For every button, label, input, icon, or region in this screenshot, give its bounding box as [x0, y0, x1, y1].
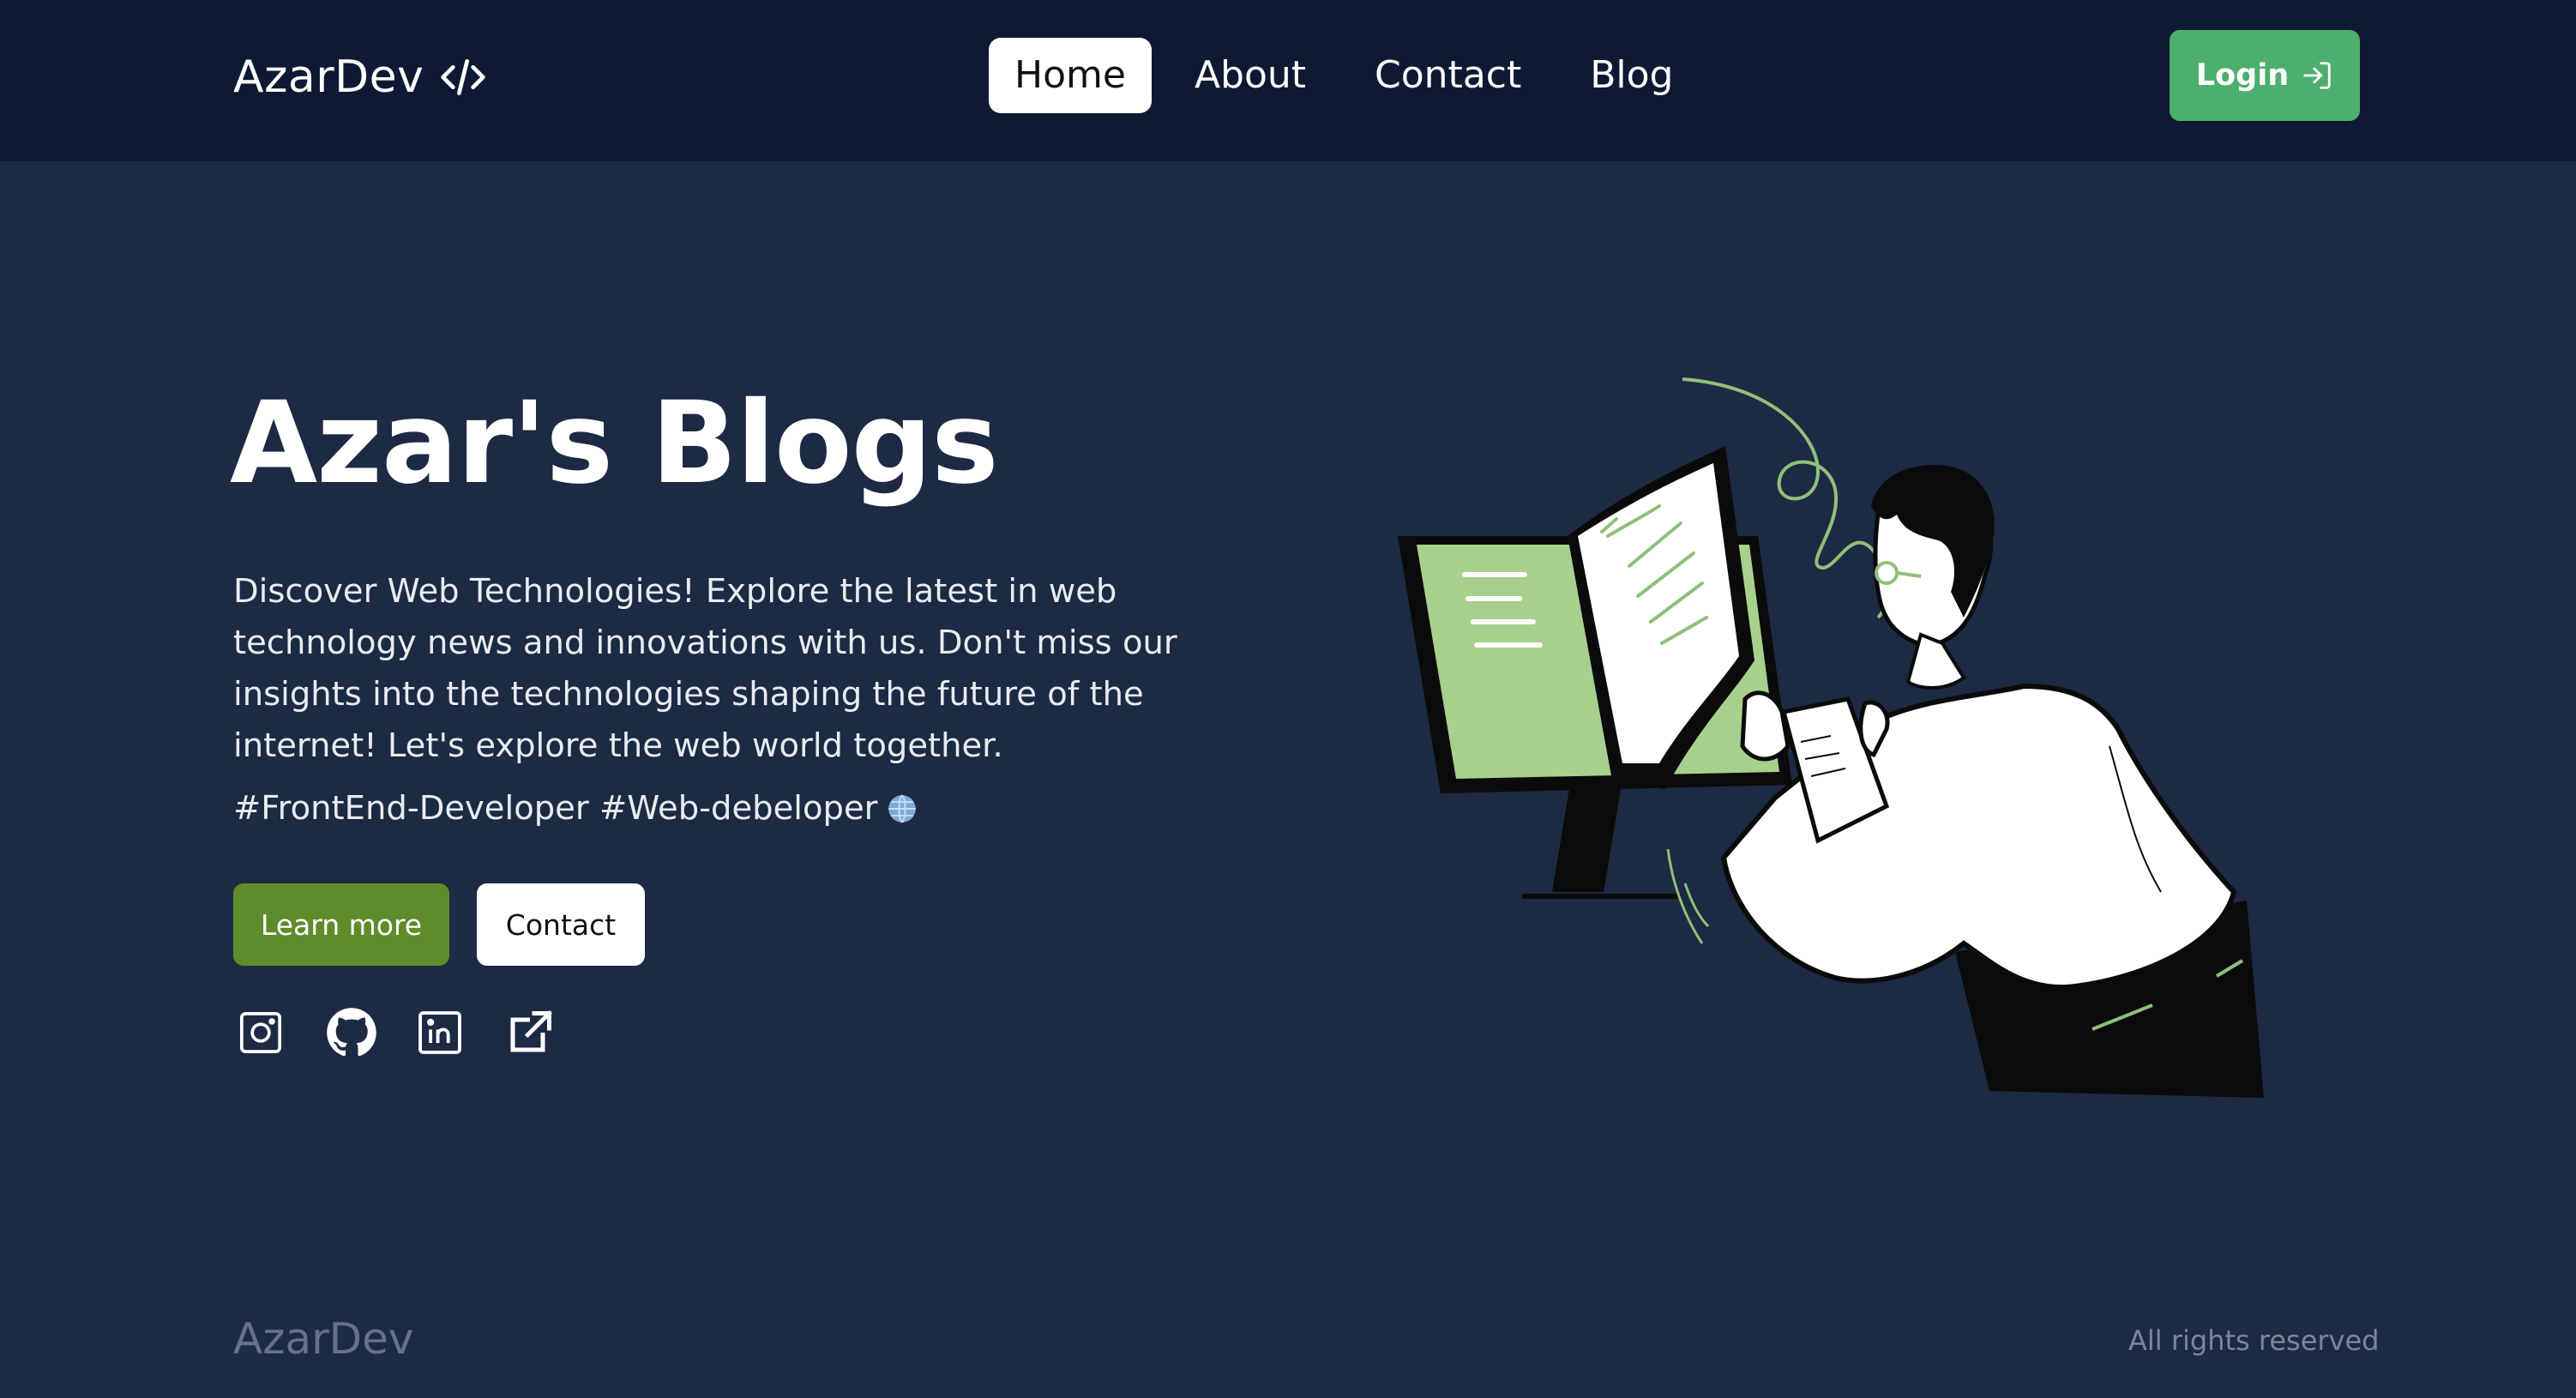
- nav-contact[interactable]: Contact: [1349, 38, 1547, 113]
- login-icon: [2303, 62, 2331, 89]
- hashtags-text: #FrontEnd-Developer #Web-debeloper: [233, 789, 878, 828]
- footer-rights: All rights reserved: [2128, 1324, 2380, 1357]
- login-button[interactable]: Login: [2170, 30, 2360, 121]
- nav-home[interactable]: Home: [989, 38, 1152, 113]
- contact-button[interactable]: Contact: [477, 883, 645, 966]
- instagram-icon: [239, 1011, 282, 1054]
- navbar: AzarDev Home About Contact Blog Login: [0, 0, 2576, 161]
- hero-actions: Learn more Contact: [233, 883, 645, 966]
- footer-brand[interactable]: AzarDev: [233, 1314, 414, 1364]
- code-icon: [441, 59, 486, 95]
- linkedin-icon: [418, 1011, 461, 1054]
- social-links: [237, 1002, 556, 1064]
- reading-person-illustration: [1398, 377, 2264, 1098]
- learn-more-button[interactable]: Learn more: [233, 883, 449, 966]
- hero-description: Discover Web Technologies! Explore the l…: [233, 572, 1177, 765]
- hashtags: #FrontEnd-Developer #Web-debeloper: [233, 789, 918, 828]
- nav-about[interactable]: About: [1169, 38, 1332, 113]
- github-link[interactable]: [326, 1002, 377, 1064]
- github-icon: [327, 1008, 376, 1057]
- main-nav: Home About Contact Blog: [989, 38, 1716, 113]
- linkedin-link[interactable]: [415, 1002, 466, 1064]
- brand-name: AzarDev: [233, 51, 424, 103]
- globe-icon: [888, 793, 917, 823]
- external-link-icon: [510, 1009, 553, 1052]
- brand-logo[interactable]: AzarDev: [233, 45, 487, 110]
- external-link[interactable]: [504, 1002, 556, 1064]
- hero-title: Azar's Blogs: [230, 377, 999, 509]
- login-label: Login: [2195, 58, 2290, 93]
- instagram-link[interactable]: [237, 1002, 288, 1064]
- nav-blog[interactable]: Blog: [1564, 38, 1699, 113]
